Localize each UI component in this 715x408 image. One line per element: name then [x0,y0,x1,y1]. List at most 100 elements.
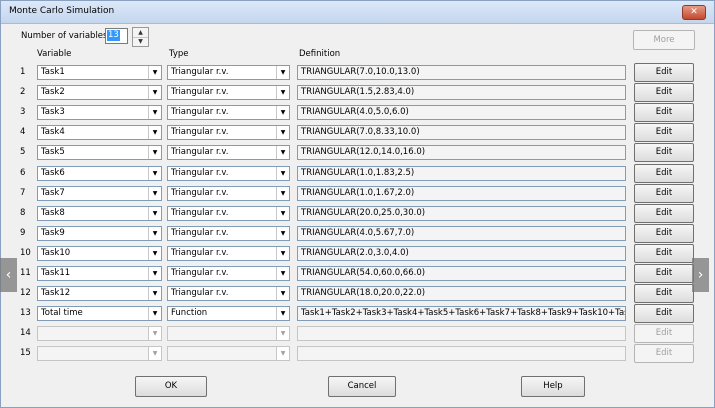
variable-select[interactable]: Task8 ▼ [37,206,162,221]
variable-select[interactable]: Task2 ▼ [37,85,162,100]
chevron-down-icon[interactable]: ▼ [148,187,161,200]
chevron-down-icon[interactable]: ▼ [148,327,161,340]
chevron-down-icon[interactable]: ▼ [148,247,161,260]
variable-select[interactable]: Task1 ▼ [37,65,162,80]
chevron-down-icon[interactable]: ▼ [276,167,289,180]
type-select[interactable]: Triangular r.v. ▼ [167,226,290,241]
type-select[interactable]: Triangular r.v. ▼ [167,125,290,140]
variable-select[interactable]: ▼ [37,326,162,341]
chevron-down-icon[interactable]: ▼ [276,307,289,320]
variable-select[interactable]: Task4 ▼ [37,125,162,140]
variable-select[interactable]: Task10 ▼ [37,246,162,261]
definition-field[interactable]: TRIANGULAR(4.0,5.67,7.0) [297,226,626,241]
more-button[interactable]: More [633,30,695,50]
edit-button[interactable]: Edit [634,123,694,142]
close-button[interactable]: ✕ [682,5,706,20]
definition-field[interactable]: TRIANGULAR(4.0,5.0,6.0) [297,105,626,120]
chevron-down-icon[interactable]: ▼ [148,66,161,79]
type-select[interactable]: Function ▼ [167,306,290,321]
variable-select[interactable]: ▼ [37,346,162,361]
chevron-down-icon[interactable]: ▼ [148,227,161,240]
variable-select[interactable]: Task3 ▼ [37,105,162,120]
ok-button[interactable]: OK [135,376,207,397]
cancel-button[interactable]: Cancel [328,376,396,397]
chevron-down-icon[interactable]: ▼ [276,267,289,280]
type-select[interactable]: Triangular r.v. ▼ [167,186,290,201]
definition-field[interactable] [297,326,626,341]
definition-field[interactable]: TRIANGULAR(7.0,10.0,13.0) [297,65,626,80]
help-button[interactable]: Help [521,376,585,397]
type-select[interactable]: Triangular r.v. ▼ [167,85,290,100]
edit-button[interactable]: Edit [634,103,694,122]
chevron-down-icon[interactable]: ▼ [276,86,289,99]
chevron-down-icon[interactable]: ▼ [276,187,289,200]
chevron-down-icon[interactable]: ▼ [276,66,289,79]
definition-field[interactable]: TRIANGULAR(2.0,3.0,4.0) [297,246,626,261]
chevron-down-icon[interactable]: ▼ [276,126,289,139]
type-select[interactable]: Triangular r.v. ▼ [167,145,290,160]
chevron-down-icon[interactable]: ▼ [148,146,161,159]
num-variables-input[interactable]: 13 [105,28,128,44]
definition-field[interactable]: TRIANGULAR(12.0,14.0,16.0) [297,145,626,160]
variable-select[interactable]: Task12 ▼ [37,286,162,301]
variable-select[interactable]: Task11 ▼ [37,266,162,281]
edit-button[interactable]: Edit [634,63,694,82]
edit-button[interactable]: Edit [634,244,694,263]
num-variables-spinner[interactable]: ▲ ▼ [132,27,149,47]
variable-select[interactable]: Task5 ▼ [37,145,162,160]
chevron-down-icon[interactable]: ▼ [148,267,161,280]
chevron-down-icon[interactable]: ▼ [276,227,289,240]
edit-button[interactable]: Edit [634,344,694,363]
edit-button[interactable]: Edit [634,204,694,223]
definition-field[interactable]: TRIANGULAR(1.0,1.67,2.0) [297,186,626,201]
type-select[interactable]: Triangular r.v. ▼ [167,246,290,261]
edit-button[interactable]: Edit [634,324,694,343]
type-select[interactable]: ▼ [167,346,290,361]
chevron-down-icon[interactable]: ▼ [148,307,161,320]
prev-arrow-icon[interactable]: ‹ [0,258,17,292]
chevron-down-icon[interactable]: ▼ [148,287,161,300]
spin-down-icon[interactable]: ▼ [133,37,148,46]
chevron-down-icon[interactable]: ▼ [276,146,289,159]
definition-field[interactable] [297,346,626,361]
chevron-down-icon[interactable]: ▼ [276,327,289,340]
variable-select[interactable]: Task6 ▼ [37,166,162,181]
type-select[interactable]: Triangular r.v. ▼ [167,105,290,120]
definition-field[interactable]: TRIANGULAR(18.0,20.0,22.0) [297,286,626,301]
definition-field[interactable]: TRIANGULAR(54.0,60.0,66.0) [297,266,626,281]
type-select[interactable]: Triangular r.v. ▼ [167,65,290,80]
chevron-down-icon[interactable]: ▼ [148,106,161,119]
edit-button[interactable]: Edit [634,164,694,183]
variable-select[interactable]: Total time ▼ [37,306,162,321]
edit-button[interactable]: Edit [634,304,694,323]
definition-field[interactable]: TRIANGULAR(1.0,1.83,2.5) [297,166,626,181]
edit-button[interactable]: Edit [634,224,694,243]
type-select[interactable]: ▼ [167,326,290,341]
chevron-down-icon[interactable]: ▼ [276,207,289,220]
chevron-down-icon[interactable]: ▼ [148,86,161,99]
edit-button[interactable]: Edit [634,143,694,162]
edit-button[interactable]: Edit [634,83,694,102]
chevron-down-icon[interactable]: ▼ [276,347,289,360]
type-select[interactable]: Triangular r.v. ▼ [167,166,290,181]
chevron-down-icon[interactable]: ▼ [148,347,161,360]
chevron-down-icon[interactable]: ▼ [276,247,289,260]
variable-select[interactable]: Task9 ▼ [37,226,162,241]
definition-field[interactable]: TRIANGULAR(20.0,25.0,30.0) [297,206,626,221]
edit-button[interactable]: Edit [634,264,694,283]
definition-field[interactable]: Task1+Task2+Task3+Task4+Task5+Task6+Task… [297,306,626,321]
edit-button[interactable]: Edit [634,284,694,303]
definition-field[interactable]: TRIANGULAR(1.5,2.83,4.0) [297,85,626,100]
chevron-down-icon[interactable]: ▼ [148,126,161,139]
chevron-down-icon[interactable]: ▼ [148,207,161,220]
type-select[interactable]: Triangular r.v. ▼ [167,206,290,221]
type-select[interactable]: Triangular r.v. ▼ [167,286,290,301]
next-arrow-icon[interactable]: › [692,258,709,292]
chevron-down-icon[interactable]: ▼ [276,106,289,119]
edit-button[interactable]: Edit [634,184,694,203]
type-select[interactable]: Triangular r.v. ▼ [167,266,290,281]
chevron-down-icon[interactable]: ▼ [148,167,161,180]
variable-select[interactable]: Task7 ▼ [37,186,162,201]
definition-field[interactable]: TRIANGULAR(7.0,8.33,10.0) [297,125,626,140]
chevron-down-icon[interactable]: ▼ [276,287,289,300]
